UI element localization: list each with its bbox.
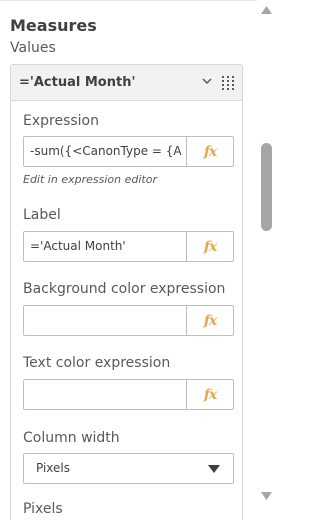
expression-label: Expression: [23, 113, 99, 129]
section-subheading: Values: [10, 40, 56, 56]
fx-icon: fx: [203, 238, 217, 255]
expression-editor-link[interactable]: Edit in expression editor: [23, 173, 157, 186]
expression-field: -sum({<CanonType = {Ac fx: [23, 136, 234, 167]
expression-fx-button[interactable]: fx: [186, 137, 233, 166]
fx-icon: fx: [203, 386, 217, 403]
fx-icon: fx: [203, 143, 217, 160]
caret-down-icon: [208, 465, 220, 473]
expression-input[interactable]: -sum({<CanonType = {Ac: [30, 144, 182, 162]
fx-icon: fx: [203, 312, 217, 329]
label-fx-button[interactable]: fx: [186, 232, 233, 261]
vertical-scrollbar[interactable]: [257, 0, 276, 520]
properties-panel: Measures Values ='Actual Month' Expressi…: [0, 0, 276, 520]
section-heading: Measures: [10, 16, 97, 35]
pixels-label: Pixels: [23, 501, 63, 517]
background-color-field: fx: [23, 305, 234, 336]
scroll-up-arrow-icon[interactable]: [261, 6, 272, 14]
column-width-selected: Pixels: [36, 461, 71, 475]
measure-title: ='Actual Month': [19, 75, 136, 90]
measure-card-header[interactable]: ='Actual Month': [11, 65, 242, 101]
drag-handle-icon[interactable]: [221, 75, 235, 91]
text-color-label: Text color expression: [23, 355, 171, 371]
panel-scroll-area: Measures Values ='Actual Month' Expressi…: [0, 0, 256, 520]
text-color-field: fx: [23, 379, 234, 410]
column-width-select[interactable]: Pixels: [23, 453, 234, 484]
background-color-fx-button[interactable]: fx: [186, 306, 233, 335]
background-color-label: Background color expression: [23, 281, 226, 297]
chevron-down-icon[interactable]: [201, 75, 213, 87]
scrollbar-thumb[interactable]: [261, 143, 272, 231]
text-color-input[interactable]: [30, 387, 182, 405]
column-width-label: Column width: [23, 430, 120, 446]
label-input[interactable]: ='Actual Month': [30, 239, 182, 257]
scroll-down-arrow-icon[interactable]: [261, 492, 272, 500]
measure-card: ='Actual Month' Expression -sum({<CanonT…: [10, 64, 243, 520]
text-color-fx-button[interactable]: fx: [186, 380, 233, 409]
background-color-input[interactable]: [30, 313, 182, 331]
label-field: ='Actual Month' fx: [23, 231, 234, 262]
label-label: Label: [23, 207, 61, 223]
